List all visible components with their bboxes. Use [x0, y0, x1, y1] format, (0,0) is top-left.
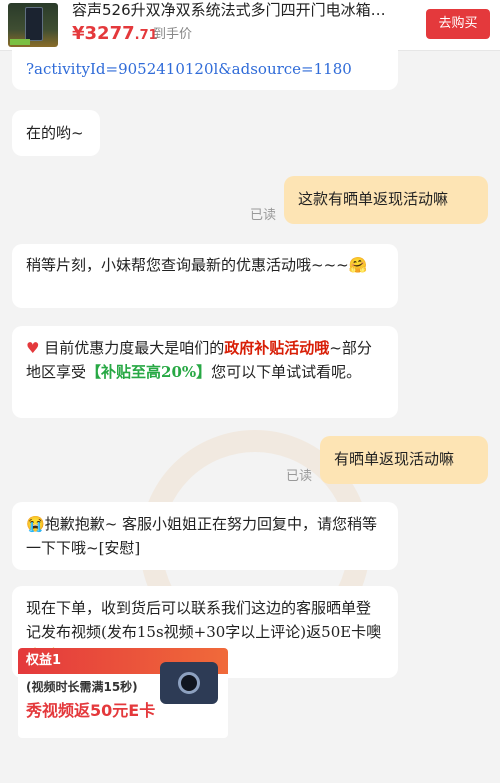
camera-icon	[160, 662, 218, 704]
heart-icon: ♥	[26, 339, 40, 357]
thumbnail-tag	[10, 39, 30, 45]
promo-tag: 权益1	[26, 653, 62, 668]
product-header: 容声526升双净双系统法式多门四开门电冰箱… ¥3277.71 到手价 去购买	[0, 0, 500, 51]
promo-subtitle: (视频时长需满15秒)	[26, 680, 138, 694]
message-text-post: 您可以下单试试看呢。	[211, 363, 362, 381]
promo-title: 秀视频返50元E卡	[26, 701, 156, 720]
message-highlight-percent: 【补贴至高20%】	[86, 363, 212, 381]
price-main: ¥3277	[72, 23, 135, 44]
hug-emoji-icon: 🤗	[348, 256, 368, 274]
message-bubble: 😭抱歉抱歉~ 客服小姐姐正在努力回复中，请您稍等一下下哦~[安慰]	[12, 502, 398, 570]
message-text-pre: 目前优惠力度最大是咱们的	[44, 339, 225, 357]
message-bubble-link[interactable]: ?activityId=9052410120l&adsource=1180	[12, 50, 398, 90]
fridge-image	[25, 7, 43, 41]
message-highlight-subsidy: 政府补贴活动哦	[224, 339, 330, 357]
message-bubble: ♥ 目前优惠力度最大是咱们的政府补贴活动哦~部分地区享受【补贴至高20%】您可以…	[12, 326, 398, 418]
price-label: 到手价	[153, 27, 193, 42]
camera-lens	[178, 672, 200, 694]
message-text: 这款有晒单返现活动嘛	[298, 190, 449, 208]
message-bubble: 在的哟~	[12, 110, 100, 156]
message-text: 稍等片刻，小妹帮您查询最新的优惠活动哦~~~	[26, 256, 349, 274]
promo-card[interactable]: 权益1 (视频时长需满15秒) 秀视频返50元E卡	[18, 648, 228, 738]
message-bubble: 稍等片刻，小妹帮您查询最新的优惠活动哦~~~🤗	[12, 244, 398, 308]
read-status: 已读	[250, 208, 277, 223]
product-thumbnail[interactable]	[8, 3, 58, 47]
crying-emoji-icon: 😭	[26, 515, 45, 533]
read-status: 已读	[286, 469, 313, 484]
message-text: 在的哟~	[26, 124, 84, 142]
message-bubble-user: 这款有晒单返现活动嘛	[284, 176, 488, 224]
message-text: 有晒单返现活动嘛	[334, 450, 455, 468]
buy-button[interactable]: 去购买	[426, 9, 490, 39]
message-text: 现在下单，收到货后可以联系我们这边的客服晒单登记发布视频(发布15s视频+30字…	[26, 599, 382, 641]
message-text[interactable]: ?activityId=9052410120l&adsource=1180	[26, 60, 352, 78]
message-bubble-user: 有晒单返现活动嘛	[320, 436, 488, 484]
product-name[interactable]: 容声526升双净双系统法式多门四开门电冰箱…	[72, 0, 417, 20]
message-text: 抱歉抱歉~ 客服小姐姐正在努力回复中，请您稍等一下下哦~[安慰]	[26, 515, 378, 557]
product-price: ¥3277.71	[72, 22, 158, 46]
